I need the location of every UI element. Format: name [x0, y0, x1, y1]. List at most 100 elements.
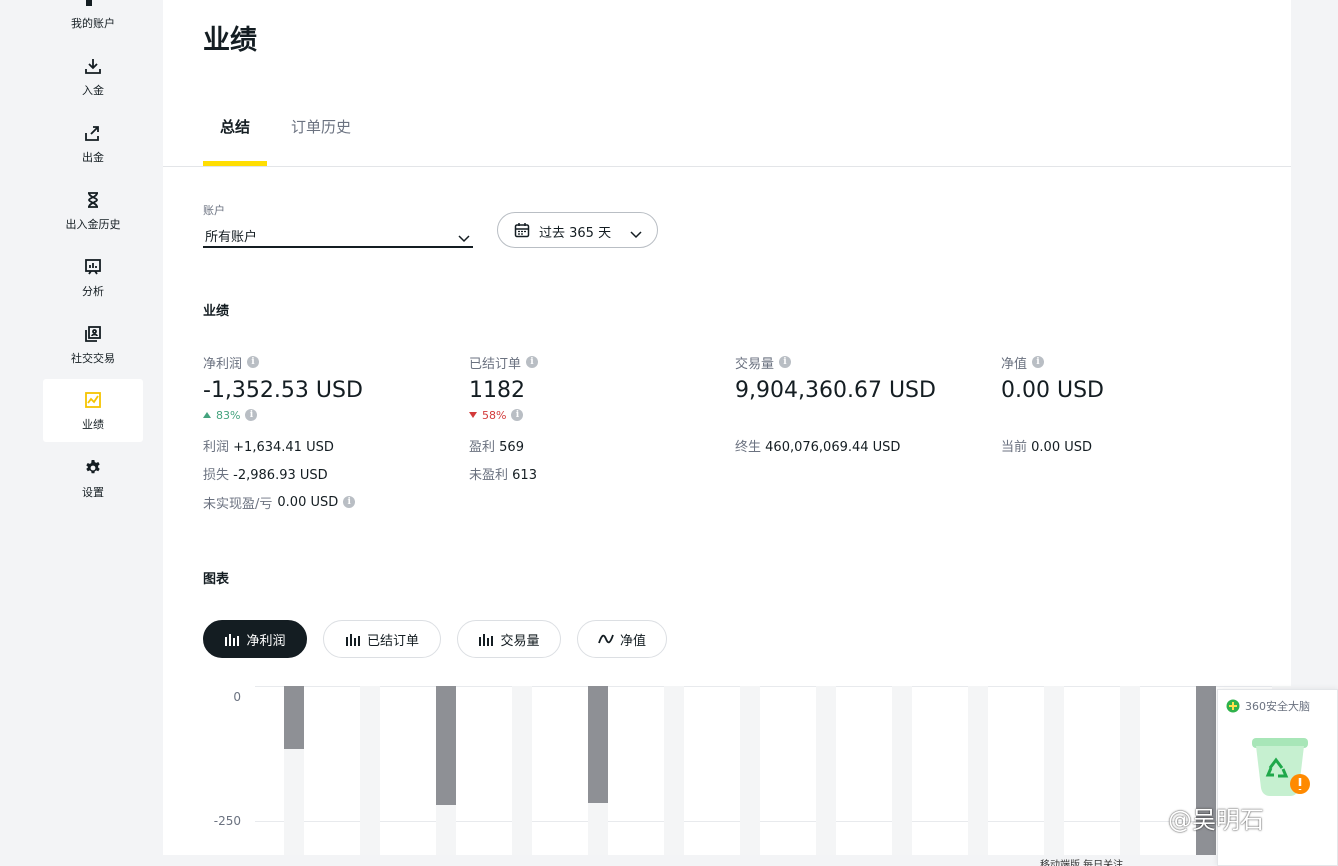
chart-chip-volume[interactable]: 交易量 [457, 620, 561, 658]
performance-section-title: 业绩 [203, 304, 230, 319]
line-chart-icon [598, 634, 614, 644]
gear-icon [83, 458, 103, 478]
bar-chart-icon [479, 634, 494, 646]
y-tick-label: 0 [233, 690, 241, 704]
info-icon[interactable]: i [1032, 356, 1045, 368]
metric-value: -1,352.53 USD [203, 378, 363, 403]
sidebar-item-withdraw[interactable]: 出金 [43, 112, 143, 175]
chart-column-bg [1044, 686, 1064, 855]
analytics-icon [83, 257, 103, 277]
metric-label: 净利润 i [203, 353, 463, 372]
chart-chip-net-profit[interactable]: 净利润 [203, 620, 307, 658]
metric-closed-orders: 已结订单 i 1182 58% i 盈利 569 未盈利 613 [469, 353, 729, 483]
bottom-taskbar-text: 移动端版 每日关注 [1040, 860, 1124, 866]
chart-column-bg [1120, 686, 1140, 855]
sidebar-item-label: 我的账户 [71, 16, 115, 30]
main-content: 业绩 总结 订单历史 账户 所有账户 过去 365 天 业绩 净利润 i -1,3… [163, 0, 1291, 855]
withdraw-icon [83, 123, 103, 143]
calendar-icon [514, 222, 530, 242]
info-icon[interactable]: i [526, 356, 539, 368]
sidebar-item-social-trading[interactable]: 社交交易 [43, 313, 143, 376]
chart-bar[interactable] [284, 686, 304, 750]
chart-chip-closed-orders[interactable]: 已结订单 [323, 620, 441, 658]
chart-column-bg [816, 686, 836, 855]
chevron-down-icon [629, 224, 643, 243]
tab-order-history[interactable]: 订单历史 [291, 116, 351, 137]
hourglass-icon [83, 190, 103, 210]
chart-column-bg [512, 686, 532, 855]
chart-bar[interactable] [588, 686, 608, 804]
watermark: @吴明石 [1168, 806, 1264, 834]
chart-column-bg [740, 686, 760, 855]
sidebar-item-my-account[interactable]: 我的账户 [43, 0, 143, 41]
metric-change-empty [1001, 408, 1261, 422]
security-widget[interactable]: 360安全大脑 [1217, 689, 1338, 866]
account-select[interactable]: 所有账户 [203, 222, 473, 248]
chevron-down-icon [457, 228, 471, 247]
info-icon[interactable]: i [511, 409, 524, 421]
chart-column-bg [360, 686, 380, 855]
sidebar-item-performance[interactable]: 业绩 [43, 379, 143, 442]
sidebar: 我的账户 入金 出金 出入金历史 分析 社交交易 业绩 设置 [0, 0, 163, 866]
date-range-select[interactable]: 过去 365 天 [497, 212, 658, 248]
sidebar-item-analytics[interactable]: 分析 [43, 246, 143, 309]
metric-sub-unprofitable: 未盈利 613 [469, 468, 537, 483]
page-title: 业绩 [203, 25, 257, 56]
sidebar-item-label: 入金 [82, 83, 104, 97]
arrow-down-icon [469, 412, 477, 418]
chart-bar[interactable] [436, 686, 456, 806]
sidebar-item-label: 出入金历史 [65, 217, 121, 231]
bar-chart-icon [345, 634, 360, 646]
metric-volume: 交易量 i 9,904,360.67 USD 终生 460,076,069.44 … [735, 353, 995, 455]
metric-sub-profitable: 盈利 569 [469, 440, 524, 455]
sidebar-item-label: 社交交易 [71, 351, 115, 365]
sidebar-item-label: 出金 [82, 150, 104, 164]
sidebar-item-label: 分析 [82, 284, 104, 298]
charts-section-title: 图表 [203, 572, 230, 587]
info-icon[interactable]: i [779, 356, 792, 368]
social-trading-icon [83, 324, 103, 344]
metric-label: 交易量 i [735, 353, 995, 372]
info-icon[interactable]: i [343, 496, 356, 508]
metric-value: 9,904,360.67 USD [735, 378, 936, 403]
y-tick-label: -250 [213, 814, 241, 828]
metric-value: 0.00 USD [1001, 378, 1104, 403]
metric-sub-current: 当前 0.00 USD [1001, 440, 1093, 455]
tabs-divider [163, 166, 1291, 167]
metric-change: 58% i [469, 408, 729, 422]
performance-icon [83, 390, 103, 410]
sidebar-item-label: 设置 [82, 485, 104, 499]
account-icon [83, 0, 103, 9]
security-widget-title: 360安全大脑 [1226, 698, 1310, 714]
metric-sub-lifetime: 终生 460,076,069.44 USD [735, 440, 901, 455]
account-field-label: 账户 [203, 204, 225, 217]
metric-sub-unrealized: 未实现盈/亏 0.00 USD i [203, 495, 463, 512]
security-logo-icon [1226, 699, 1240, 713]
metric-sub-loss: 损失 -2,986.93 USD [203, 468, 328, 483]
bar-chart-icon [225, 634, 240, 646]
metric-value: 1182 [469, 378, 525, 403]
deposit-icon [83, 56, 103, 76]
metric-label: 已结订单 i [469, 353, 729, 372]
metric-label: 净值 i [1001, 353, 1261, 372]
info-icon[interactable]: i [245, 409, 258, 421]
recycle-bin-icon [1252, 738, 1310, 796]
sidebar-item-label: 业绩 [82, 417, 104, 431]
sidebar-item-settings[interactable]: 设置 [43, 447, 143, 510]
date-range-value: 过去 365 天 [539, 226, 612, 241]
metric-equity: 净值 i 0.00 USD 当前 0.00 USD [1001, 353, 1261, 455]
chart-column-bg [664, 686, 684, 855]
account-select-value: 所有账户 [205, 230, 258, 245]
tab-summary[interactable]: 总结 [220, 116, 250, 137]
chart-column-bg [892, 686, 912, 855]
sidebar-item-deposit[interactable]: 入金 [43, 45, 143, 108]
metric-sub-profit: 利润 +1,634.41 USD [203, 440, 334, 455]
metric-change-empty [735, 408, 995, 422]
chart-chip-equity[interactable]: 净值 [577, 620, 667, 658]
metric-change: 83% i [203, 408, 463, 422]
arrow-up-icon [203, 412, 211, 418]
metric-net-profit: 净利润 i -1,352.53 USD 83% i 利润 +1,634.41 USD… [203, 353, 463, 512]
net-profit-chart: 0 -250 [203, 686, 1291, 855]
info-icon[interactable]: i [247, 356, 260, 368]
sidebar-item-history[interactable]: 出入金历史 [43, 179, 143, 242]
